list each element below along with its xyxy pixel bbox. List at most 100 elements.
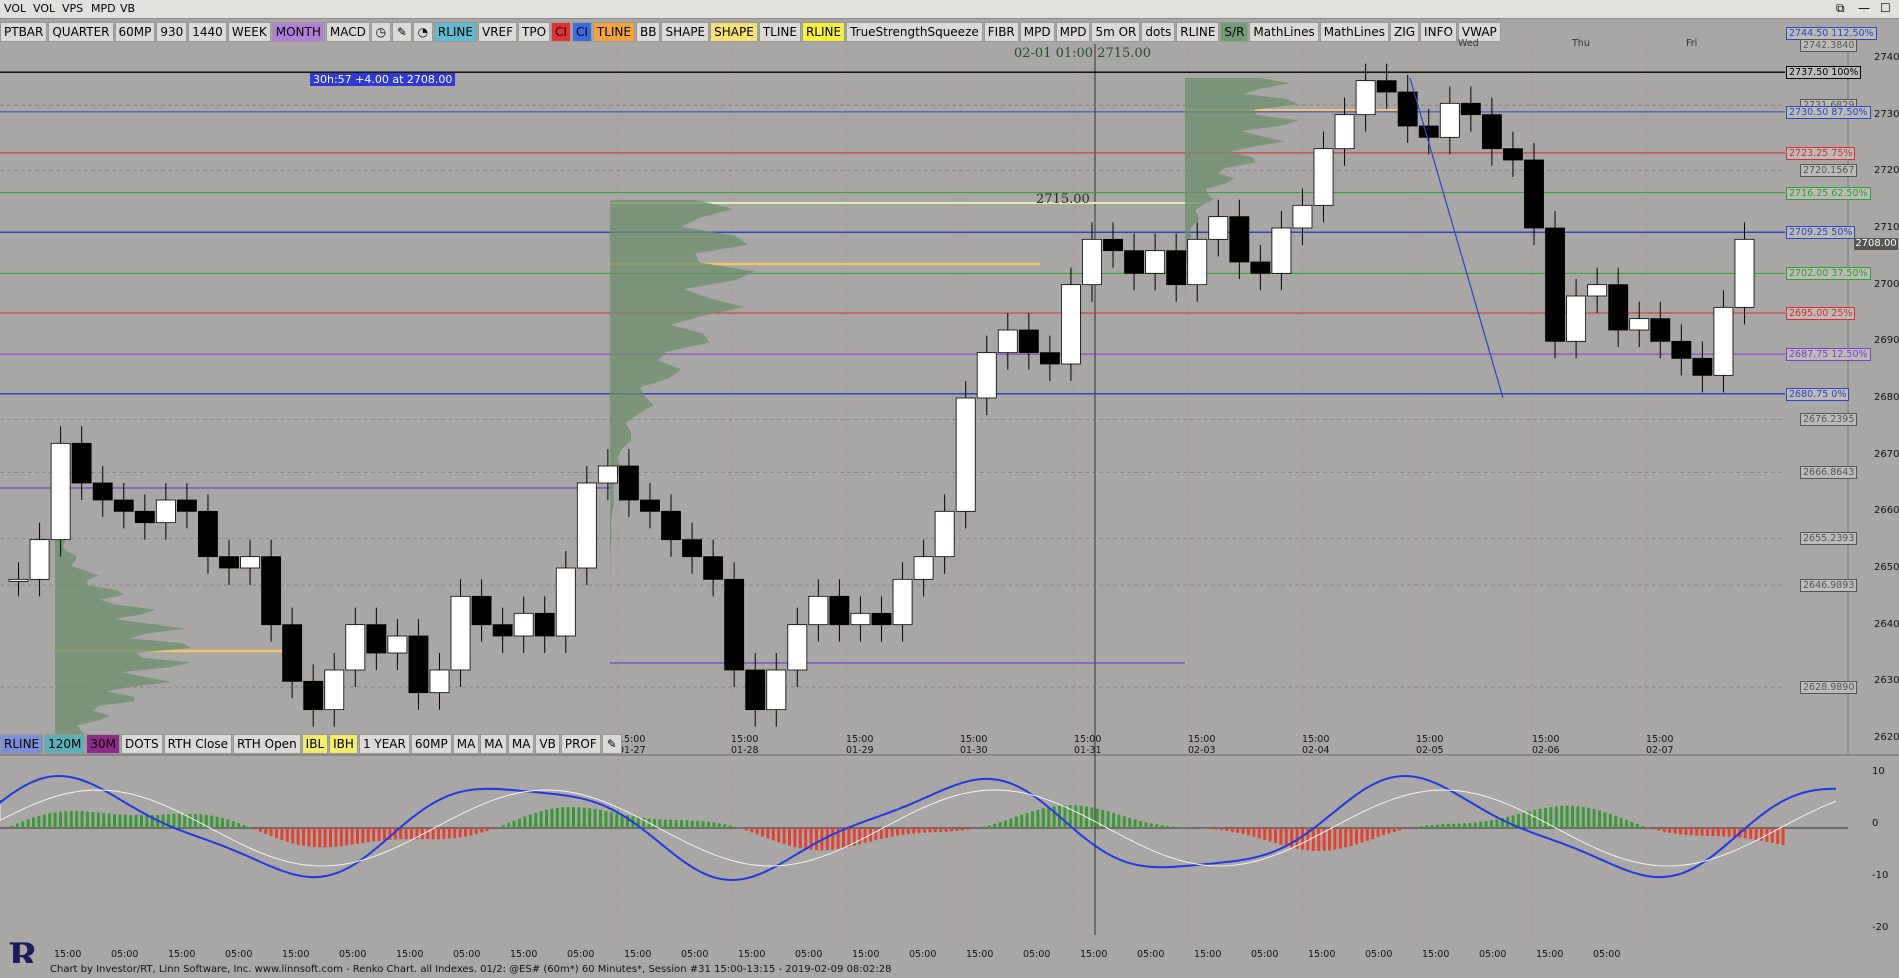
oscillator-bar xyxy=(1301,828,1304,850)
oscillator-bar xyxy=(475,828,478,834)
oscillator-bar xyxy=(64,811,67,828)
price-axis-label: 2620 xyxy=(1874,732,1899,743)
oscillator-bar xyxy=(1182,827,1185,828)
level-label: 2720.1567 xyxy=(1800,164,1857,177)
oscillator-bar xyxy=(264,828,267,834)
oscillator-bar xyxy=(102,813,105,828)
oscillator-bar xyxy=(1387,828,1390,834)
chart-button-ibh[interactable]: IBH xyxy=(329,734,358,754)
candle-body xyxy=(977,353,996,398)
oscillator-bar xyxy=(1128,818,1131,828)
candle-body xyxy=(156,500,175,523)
time-axis-label: 15:00 02-06 xyxy=(1532,734,1560,756)
price-axis-label: 2730 xyxy=(1874,109,1899,120)
chart-button-60mp[interactable]: 60MP xyxy=(411,734,452,754)
oscillator-bar xyxy=(1344,828,1347,847)
oscillator-bar xyxy=(54,812,57,828)
chart-button-ma[interactable]: MA xyxy=(508,734,535,754)
oscillator-bar xyxy=(831,828,834,850)
oscillator-bar xyxy=(1695,828,1698,836)
oscillator-bar xyxy=(496,827,499,828)
chart-pencil-icon[interactable]: ✎ xyxy=(602,734,622,754)
oscillator-bar xyxy=(1371,828,1374,839)
candle-body xyxy=(1188,239,1207,284)
oscillator-bar xyxy=(189,814,192,828)
oscillator-bar xyxy=(1161,825,1164,828)
chart-button-ma[interactable]: MA xyxy=(480,734,507,754)
chart-button-vb[interactable]: VB xyxy=(535,734,559,754)
candle-body xyxy=(598,466,617,483)
oscillator-bar xyxy=(1339,828,1342,849)
chart-button-rth-close[interactable]: RTH Close xyxy=(164,734,232,754)
chart-button-120m[interactable]: 120M xyxy=(44,734,85,754)
oscillator-bar xyxy=(545,810,548,828)
chart-button-ma[interactable]: MA xyxy=(453,734,480,754)
candle-body xyxy=(830,596,849,624)
candle-body xyxy=(114,500,133,511)
lower-time-label: 05:00 xyxy=(1479,949,1506,960)
oscillator-bar xyxy=(491,828,494,829)
time-axis-label: 15:00 01-30 xyxy=(960,734,988,756)
oscillator-bar xyxy=(712,822,715,828)
price-axis-label: 2660 xyxy=(1874,505,1899,516)
candle-body xyxy=(1293,205,1312,228)
chart-button-ibl[interactable]: IBL xyxy=(302,734,328,754)
oscillator-bar xyxy=(1641,826,1644,828)
chart-button-dots[interactable]: DOTS xyxy=(121,734,163,754)
candle-body xyxy=(1335,115,1354,149)
price-chart[interactable] xyxy=(0,0,1899,977)
oscillator-bar xyxy=(793,828,796,847)
chart-button-rth-open[interactable]: RTH Open xyxy=(233,734,301,754)
oscillator-bar xyxy=(1215,828,1218,830)
level-label: 2695.00 25% xyxy=(1786,307,1855,320)
oscillator-bar xyxy=(556,808,559,828)
oscillator-bar xyxy=(1317,828,1320,851)
candle-body xyxy=(198,511,217,556)
oscillator-bar xyxy=(216,817,219,828)
oscillator-bar xyxy=(1350,828,1353,846)
oscillator-bar xyxy=(750,828,753,832)
oscillator-bar xyxy=(739,828,742,829)
time-axis-label: 15:00 02-07 xyxy=(1646,734,1674,756)
oscillator-bar xyxy=(604,811,607,828)
candle-body xyxy=(346,625,365,670)
oscillator-bar xyxy=(480,828,483,833)
oscillator-bar xyxy=(1258,828,1261,838)
lower-time-label: 15:00 xyxy=(168,949,195,960)
oscillator-bar xyxy=(1377,828,1380,837)
chart-button-rline[interactable]: RLINE xyxy=(0,734,43,754)
oscillator-bar xyxy=(1571,806,1574,828)
oscillator-bar xyxy=(1090,807,1093,828)
oscillator-bar xyxy=(334,828,337,847)
oscillator-bar xyxy=(1269,828,1272,842)
oscillator-bar xyxy=(815,828,818,850)
chart-button-30m[interactable]: 30M xyxy=(86,734,120,754)
oscillator-bar xyxy=(361,828,364,843)
chart-button-prof[interactable]: PROF xyxy=(561,734,601,754)
oscillator-bar xyxy=(1711,828,1714,836)
oscillator-bar xyxy=(302,828,305,846)
oscillator-bar xyxy=(1582,807,1585,828)
lower-time-label: 15:00 xyxy=(852,949,879,960)
chart-button-1-year[interactable]: 1 YEAR xyxy=(359,734,410,754)
lower-time-label: 05:00 xyxy=(1251,949,1278,960)
oscillator-bar xyxy=(367,828,370,842)
time-axis-label: 15:00 02-05 xyxy=(1416,734,1444,756)
oscillator-bar xyxy=(1047,807,1050,828)
level-label: 2628.9890 xyxy=(1800,681,1857,694)
oscillator-bar xyxy=(1177,827,1180,828)
oscillator-bar xyxy=(1123,816,1126,828)
oscillator-bar xyxy=(1539,809,1542,828)
oscillator-bar xyxy=(1398,828,1401,830)
oscillator-bar xyxy=(1285,828,1288,846)
oscillator-bar xyxy=(16,823,19,828)
oscillator-bar xyxy=(583,808,586,828)
oscillator-bar xyxy=(1150,823,1153,828)
level-label: 2709.25 50% xyxy=(1786,226,1855,239)
chart-toolbar: RLINE120M30MDOTSRTH CloseRTH OpenIBLIBH1… xyxy=(0,734,623,754)
oscillator-bar xyxy=(529,815,532,828)
oscillator-bar xyxy=(1404,828,1407,829)
lower-time-label: 15:00 xyxy=(966,949,993,960)
oscillator-bar xyxy=(761,828,764,836)
candle-body xyxy=(1482,115,1501,149)
